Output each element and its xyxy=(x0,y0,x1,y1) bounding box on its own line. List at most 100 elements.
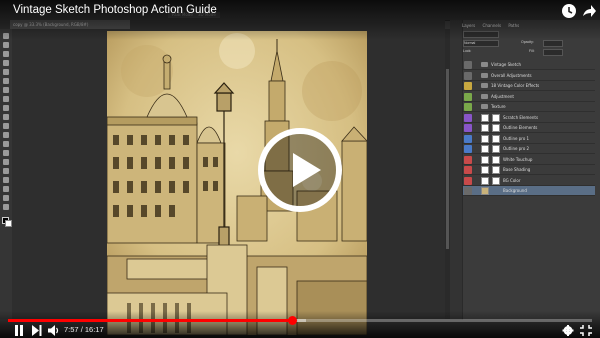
play-button[interactable] xyxy=(258,128,342,212)
folder-icon xyxy=(481,62,488,67)
visibility-eye-icon[interactable] xyxy=(464,187,472,195)
share-icon[interactable] xyxy=(582,3,596,19)
blur-tool-icon xyxy=(3,141,9,147)
layer-name: Outline pro 1 xyxy=(503,135,530,141)
progress-bar[interactable] xyxy=(8,316,592,325)
layer-name: Vintage Sketch xyxy=(491,62,522,67)
visibility-eye-icon[interactable] xyxy=(464,71,472,80)
quick-select-tool-icon xyxy=(3,60,9,66)
visibility-eye-icon[interactable] xyxy=(464,166,472,174)
visibility-eye-icon[interactable] xyxy=(464,103,472,111)
layer-mask-thumbnail xyxy=(492,176,500,185)
layer-thumbnail xyxy=(481,155,489,164)
layer-row[interactable]: Scratch Elements xyxy=(463,113,595,123)
layer-row[interactable]: Outline pro 2 xyxy=(463,144,595,154)
layer-name: Outline pro 2 xyxy=(503,146,530,151)
fill-input[interactable] xyxy=(543,49,563,56)
layer-row[interactable]: Base Shading xyxy=(463,165,595,175)
shape-tool-icon xyxy=(3,186,9,192)
stamp-tool-icon xyxy=(3,105,9,111)
zoom-tool-icon xyxy=(3,204,9,210)
layer-name: White Touchup xyxy=(503,156,533,162)
scrollbar-thumb[interactable] xyxy=(446,69,449,249)
layer-row[interactable]: Vintage Sketch xyxy=(463,60,595,70)
pen-tool-icon xyxy=(3,159,9,165)
layer-name: Adjustment xyxy=(491,93,514,99)
current-time: 7:57 xyxy=(64,325,79,334)
layer-row[interactable]: Texture xyxy=(463,102,595,112)
next-icon[interactable] xyxy=(32,325,42,336)
eraser-tool-icon xyxy=(3,123,9,129)
layer-name: Outline Elements xyxy=(503,125,538,130)
layer-name: 18 Vintage Color Effects xyxy=(491,83,540,88)
fullscreen-exit-icon[interactable] xyxy=(580,325,592,336)
layer-thumbnail xyxy=(481,187,489,195)
healing-tool-icon xyxy=(3,87,9,93)
visibility-eye-icon[interactable] xyxy=(464,124,472,132)
layer-mask-thumbnail xyxy=(492,134,500,143)
type-tool-icon xyxy=(3,168,9,174)
time-display: 7:57 / 16:17 xyxy=(64,325,104,335)
blend-mode-select[interactable]: Normal xyxy=(463,40,499,47)
progress-played xyxy=(8,319,293,322)
hand-tool-icon xyxy=(3,195,9,201)
visibility-eye-icon[interactable] xyxy=(464,176,472,185)
layer-mask-thumbnail xyxy=(492,113,500,122)
layer-mask-thumbnail xyxy=(492,166,500,174)
history-brush-tool-icon xyxy=(3,114,9,120)
folder-icon xyxy=(481,104,488,109)
layer-name: Scratch Elements xyxy=(503,114,539,120)
lasso-tool-icon xyxy=(3,51,9,57)
folder-icon xyxy=(481,93,488,99)
video-title[interactable]: Vintage Sketch Photoshop Action Guide xyxy=(13,4,217,16)
layer-name: Base Shading xyxy=(503,167,531,172)
video-player[interactable]: RGB Mode 3D Mode copy @ 33.3% (Backgroun… xyxy=(0,0,600,338)
visibility-eye-icon[interactable] xyxy=(464,134,472,143)
visibility-eye-icon[interactable] xyxy=(464,82,472,90)
lock-label: Lock: xyxy=(463,49,472,53)
background-color-swatch xyxy=(5,220,12,227)
opacity-input[interactable] xyxy=(543,40,563,47)
layer-name: Texture xyxy=(491,104,506,109)
layers-panel: Layers Channels Paths Normal Opacity: Lo… xyxy=(450,20,600,320)
pause-icon[interactable] xyxy=(14,325,24,336)
gradient-tool-icon xyxy=(3,132,9,138)
layer-thumbnail xyxy=(481,166,489,174)
layer-row[interactable]: 18 Vintage Color Effects xyxy=(463,81,595,91)
play-icon xyxy=(293,153,321,187)
visibility-eye-icon[interactable] xyxy=(464,155,472,164)
layer-mask-thumbnail xyxy=(492,124,500,132)
visibility-eye-icon[interactable] xyxy=(464,92,472,101)
eyedropper-tool-icon xyxy=(3,78,9,84)
layer-thumbnail xyxy=(481,124,489,132)
layer-name: Background xyxy=(503,188,527,193)
panel-icon-strip xyxy=(450,20,463,320)
folder-icon xyxy=(481,72,488,78)
layer-row[interactable]: Overall Adjustments xyxy=(463,71,595,81)
layer-mask-thumbnail xyxy=(492,145,500,153)
dodge-tool-icon xyxy=(3,150,9,156)
fill-label: Fill: xyxy=(529,49,535,53)
layer-row[interactable]: Background xyxy=(463,186,595,196)
watch-later-icon[interactable] xyxy=(561,3,577,19)
layer-thumbnail xyxy=(481,134,489,143)
visibility-eye-icon[interactable] xyxy=(464,61,472,69)
settings-icon[interactable] xyxy=(562,325,574,336)
brush-tool-icon xyxy=(3,96,9,102)
layer-name: Overall Adjustments xyxy=(491,72,532,78)
layer-row[interactable]: Adjustment xyxy=(463,92,595,102)
path-select-tool-icon xyxy=(3,177,9,183)
layer-thumbnail xyxy=(481,145,489,153)
layer-row[interactable]: Outline Elements xyxy=(463,123,595,133)
folder-icon xyxy=(481,83,488,88)
layer-row[interactable]: Outline pro 1 xyxy=(463,134,595,144)
layer-row[interactable]: BG Color xyxy=(463,176,595,186)
layer-thumbnail xyxy=(481,176,489,185)
layer-row[interactable]: White Touchup xyxy=(463,155,595,165)
opacity-label: Opacity: xyxy=(521,40,534,44)
volume-icon[interactable] xyxy=(48,325,60,336)
visibility-eye-icon[interactable] xyxy=(464,145,472,153)
visibility-eye-icon[interactable] xyxy=(464,113,472,122)
crop-tool-icon xyxy=(3,69,9,75)
layer-name: BG Color xyxy=(503,177,521,183)
